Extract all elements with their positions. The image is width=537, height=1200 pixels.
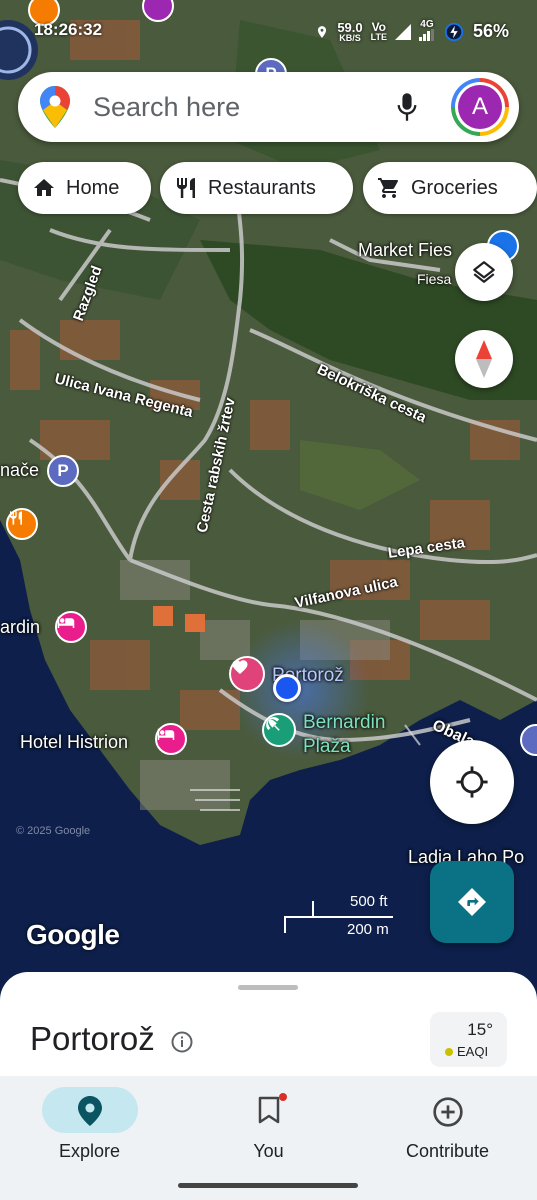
- add-circle-icon: [432, 1097, 463, 1127]
- my-location-button[interactable]: [430, 740, 514, 824]
- hotel-pin[interactable]: [55, 611, 87, 643]
- place-label-market-sub: Fiesa: [417, 271, 452, 287]
- nav-contribute-icon-wrap: [358, 1096, 537, 1133]
- restaurant-icon: [10, 511, 22, 525]
- nav-you-label: You: [253, 1141, 284, 1161]
- volte-bottom: LTE: [370, 32, 387, 42]
- home-icon: [34, 179, 54, 196]
- restaurant-icon: [177, 178, 195, 198]
- sheet-drag-handle[interactable]: [238, 985, 298, 990]
- search-input[interactable]: Search here: [93, 92, 240, 123]
- layers-button[interactable]: [455, 243, 513, 301]
- nav-explore-label: Explore: [58, 1141, 121, 1161]
- net-speed: 59.0 KB/S: [337, 21, 362, 43]
- compass-icon: [476, 340, 492, 378]
- chip-restaurants[interactable]: Restaurants: [160, 162, 353, 214]
- network-type: 4G: [418, 19, 435, 43]
- net-speed-value: 59.0: [337, 19, 363, 35]
- chip-groceries[interactable]: Groceries: [363, 162, 537, 214]
- cell-signal-icon: [418, 29, 434, 41]
- nav-you-icon-wrap: [179, 1096, 358, 1129]
- scale-m: 200 m: [347, 921, 389, 938]
- nav-contribute[interactable]: Contribute: [358, 1076, 537, 1200]
- parking-pin[interactable]: P: [47, 455, 79, 487]
- nav-you[interactable]: You: [179, 1076, 358, 1200]
- place-label-ardin[interactable]: ardin: [0, 617, 40, 638]
- cart-icon: [378, 178, 398, 198]
- beach-pin[interactable]: [262, 713, 296, 747]
- aqi-dot: [445, 1047, 453, 1056]
- status-icons: 59.0 KB/S Vo LTE 4G 56%: [315, 20, 509, 43]
- chip-home-label: Home: [66, 176, 120, 199]
- map-scale: 500 ft 200 m: [283, 893, 395, 938]
- nav-explore[interactable]: Explore: [0, 1076, 179, 1200]
- avatar-ring: A: [455, 82, 505, 132]
- portoroz-heart-pin[interactable]: [229, 656, 265, 692]
- volte-indicator: Vo LTE: [371, 21, 387, 42]
- directions-icon: [458, 888, 486, 916]
- nav-explore-icon-wrap: [0, 1096, 179, 1131]
- google-maps-logo-icon: [40, 86, 70, 128]
- avatar-letter: A: [458, 85, 502, 129]
- place-label-bernardin-1[interactable]: Bernardin: [303, 712, 385, 734]
- battery-percent: 56%: [472, 21, 509, 41]
- aqi-label: EAQI: [457, 1044, 489, 1059]
- map-copyright: © 2025 Google: [16, 825, 91, 837]
- status-bar: 18:26:32 59.0 KB/S Vo LTE 4G 56%: [0, 0, 537, 60]
- current-location-dot: [273, 674, 301, 702]
- nav-you-badge: [279, 1093, 287, 1101]
- search-bar[interactable]: Search here A: [18, 72, 519, 142]
- hotel-histrion-pin[interactable]: [155, 723, 187, 755]
- directions-button[interactable]: [430, 861, 514, 943]
- place-label-hotel-histrion[interactable]: Hotel Histrion: [20, 732, 128, 753]
- bottom-navigation: Explore You Contribute: [0, 1076, 537, 1200]
- bed-icon: [157, 728, 175, 740]
- place-label-nace[interactable]: nače: [0, 460, 39, 481]
- battery-saver-icon: [444, 22, 464, 41]
- bed-icon: [57, 616, 75, 628]
- status-time: 18:26:32: [34, 20, 103, 39]
- weather-temperature: 15°: [467, 1020, 493, 1039]
- net-speed-unit: KB/S: [339, 32, 361, 43]
- nav-contribute-label: Contribute: [405, 1141, 490, 1161]
- place-label-market[interactable]: Market Fies: [358, 240, 452, 261]
- wifi-signal-icon: [394, 23, 411, 40]
- microphone-icon[interactable]: [396, 90, 418, 124]
- place-label-bernardin-2[interactable]: Plaža: [303, 736, 351, 758]
- place-title: Portorož: [30, 1020, 155, 1057]
- account-avatar[interactable]: A: [451, 78, 509, 136]
- compass-button[interactable]: [455, 330, 513, 388]
- gesture-bar[interactable]: [178, 1183, 358, 1188]
- umbrella-icon: [266, 717, 280, 731]
- crosshair-icon: [456, 766, 488, 798]
- satellite-map[interactable]: Razgled Ulica Ivana Regenta Cesta rabski…: [0, 0, 537, 1000]
- location-icon: [318, 25, 327, 38]
- google-logo: Google: [26, 919, 120, 950]
- chip-home[interactable]: Home: [18, 162, 151, 214]
- chip-restaurants-label: Restaurants: [208, 176, 316, 199]
- info-icon[interactable]: [170, 1030, 194, 1054]
- chip-groceries-label: Groceries: [411, 176, 498, 199]
- bookmark-icon: [258, 1096, 279, 1124]
- air-quality: EAQI: [445, 1044, 488, 1059]
- network-label: 4G: [420, 19, 434, 30]
- explore-pin-icon: [77, 1096, 102, 1126]
- weather-card[interactable]: 15° EAQI: [430, 1012, 507, 1067]
- scale-ft: 500 ft: [350, 893, 388, 910]
- heart-icon: [232, 660, 248, 675]
- restaurant-pin[interactable]: [6, 508, 38, 540]
- layers-icon: [473, 261, 495, 283]
